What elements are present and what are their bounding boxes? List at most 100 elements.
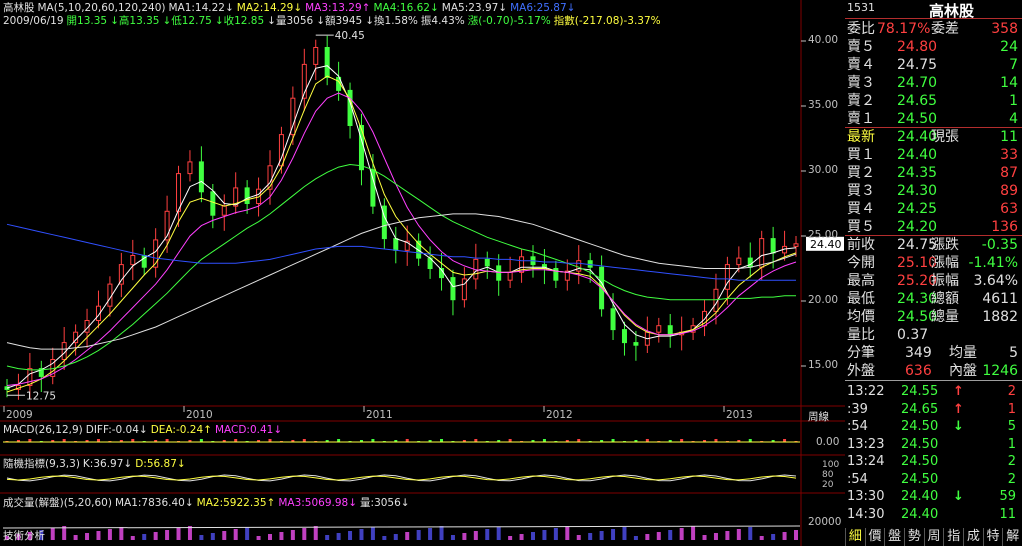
volume-bar bbox=[713, 533, 718, 540]
tab-7[interactable]: 特 bbox=[982, 528, 1003, 546]
period-label[interactable]: 周線 bbox=[808, 409, 829, 424]
legend-item: MA3:13.29↑ bbox=[305, 2, 371, 14]
volume-bar bbox=[565, 526, 570, 540]
tick-volume: 59 bbox=[999, 489, 1016, 504]
bid-label: 買３ bbox=[847, 183, 875, 199]
volume-bar bbox=[73, 535, 78, 540]
liangbi-value: 0.37 bbox=[897, 327, 929, 343]
info-item: ↓低12.75 bbox=[162, 15, 212, 27]
volume-bar bbox=[199, 535, 204, 540]
ask-price: 24.70 bbox=[897, 75, 938, 91]
candle-body bbox=[610, 308, 616, 331]
tick-time: 13:23 bbox=[847, 436, 885, 452]
stat-label-2: 振幅 bbox=[931, 273, 959, 289]
tech-analysis-label[interactable]: 技術分析 bbox=[3, 530, 45, 542]
liangbi-row: 量比 0.37 bbox=[845, 326, 1022, 344]
bid-row: 買５ 24.20 136 bbox=[845, 218, 1022, 236]
tab-4[interactable]: 周 bbox=[923, 528, 944, 546]
ask-row: 賣２ 24.65 1 bbox=[845, 92, 1022, 110]
candle-body bbox=[244, 187, 250, 204]
volume-bar bbox=[96, 531, 101, 540]
weicha-value: 358 bbox=[991, 21, 1018, 37]
bid-volume: 136 bbox=[991, 219, 1018, 235]
volume-bar bbox=[633, 536, 638, 540]
candle-body bbox=[576, 260, 582, 272]
volume-bar bbox=[691, 526, 696, 540]
bid-price: 24.20 bbox=[897, 219, 938, 235]
weicha-label: 委差 bbox=[931, 21, 959, 37]
volume-bar bbox=[290, 530, 295, 540]
volume-axis-tick: 20000 bbox=[808, 516, 842, 528]
volume-bar bbox=[725, 531, 730, 540]
tab-2[interactable]: 盤 bbox=[884, 528, 904, 546]
volume-bar bbox=[187, 526, 192, 540]
ask-volume: 14 bbox=[1000, 75, 1018, 91]
candle-body bbox=[759, 238, 765, 268]
tick-volume: 11 bbox=[999, 506, 1016, 522]
ask-label: 賣４ bbox=[847, 57, 875, 73]
volume-current: 量:3056↓ bbox=[360, 497, 410, 509]
tick-row: :54 24.50 2 bbox=[845, 471, 1022, 488]
kd-d: D:56.87↓ bbox=[135, 458, 186, 470]
stat-row: 今開 25.10 漲幅 -1.41% bbox=[845, 254, 1022, 272]
stat-value-2: 4611 bbox=[982, 291, 1018, 307]
tick-volume: 1 bbox=[1007, 436, 1016, 452]
year-label: 2012 bbox=[546, 409, 573, 421]
volume-bar bbox=[679, 528, 684, 540]
volume-legend: 成交量(解盤)(5,20,60) MA1:7836.40↓ MA2:5922.35↑… bbox=[3, 497, 413, 509]
stat-label-2: 漲跌 bbox=[931, 237, 959, 253]
tick-time: 14:30 bbox=[847, 506, 885, 522]
tab-5[interactable]: 指 bbox=[943, 528, 963, 546]
stat-value-2: -1.41% bbox=[968, 255, 1018, 271]
volume-bar bbox=[256, 536, 261, 540]
info-item: 開13.35 bbox=[66, 15, 108, 27]
tab-1[interactable]: 價 bbox=[864, 528, 885, 546]
ask-row: 賣３ 24.70 14 bbox=[845, 74, 1022, 92]
volume-bar bbox=[485, 529, 490, 540]
volume-bar bbox=[473, 531, 478, 540]
tab-0[interactable]: 細 bbox=[845, 528, 865, 546]
stat-label: 前收 bbox=[847, 237, 875, 253]
tick-time: 13:24 bbox=[847, 454, 885, 469]
volume-bar bbox=[462, 533, 467, 540]
volume-bar bbox=[794, 530, 798, 540]
ask-label: 賣２ bbox=[847, 93, 875, 109]
macd-axis-tick: 0.00 bbox=[816, 436, 840, 448]
ask-price: 24.50 bbox=[897, 111, 938, 127]
tab-3[interactable]: 勢 bbox=[904, 528, 924, 546]
tick-time: 13:22 bbox=[847, 384, 885, 399]
volume-bar bbox=[165, 530, 170, 540]
volume-bar bbox=[268, 534, 272, 540]
wai-label: 外盤 bbox=[847, 363, 875, 379]
panel-divider bbox=[845, 235, 1022, 236]
volume-bar bbox=[119, 527, 124, 540]
tick-price: 24.50 bbox=[901, 436, 939, 452]
tab-8[interactable]: 解 bbox=[1002, 528, 1022, 546]
macd-diff: DIFF:-0.04↓ bbox=[85, 424, 148, 436]
ma-line-ma5 bbox=[6, 213, 797, 350]
candle-body bbox=[656, 325, 662, 333]
volume-bar bbox=[496, 527, 501, 540]
tab-6[interactable]: 成 bbox=[963, 528, 983, 546]
volume-bar bbox=[553, 528, 558, 540]
kd-tick-label: 80 bbox=[822, 470, 834, 480]
stat-value-2: 3.64% bbox=[973, 273, 1018, 289]
weibi-value: 78.17% bbox=[877, 21, 931, 37]
year-label: 2011 bbox=[366, 409, 393, 421]
stock-code: 1531 bbox=[847, 1, 875, 14]
volume-bar bbox=[736, 529, 741, 540]
candle-body bbox=[107, 283, 113, 307]
weibi-label: 委比 bbox=[847, 21, 875, 37]
candle-body bbox=[130, 255, 136, 266]
candle-body bbox=[793, 243, 799, 247]
info-item: 指數(-217.08)-3.37% bbox=[553, 15, 661, 27]
now-label: 現張 bbox=[931, 129, 959, 145]
price-tick-label: 30.00 bbox=[808, 164, 839, 176]
macd-name: MACD(26,12,9) bbox=[3, 424, 83, 436]
macd-dea: DEA:-0.24↑ bbox=[150, 424, 212, 436]
bid-label: 買１ bbox=[847, 147, 875, 163]
tick-time: 13:30 bbox=[847, 489, 885, 504]
candle-body bbox=[393, 238, 399, 251]
volume-bar bbox=[450, 535, 455, 540]
bid-label: 買５ bbox=[847, 219, 875, 235]
